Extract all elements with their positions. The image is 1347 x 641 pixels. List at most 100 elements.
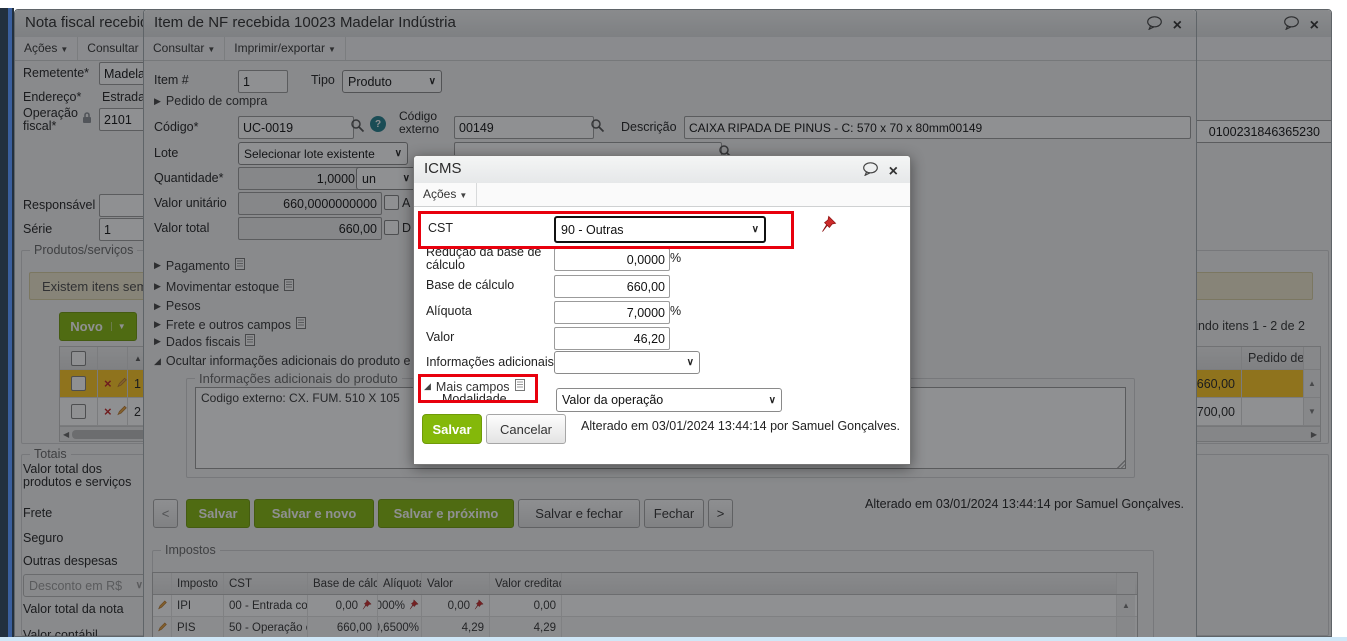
scroll-left-arrow[interactable]: ◀ [60, 430, 72, 439]
cst-label: CST [428, 221, 453, 235]
fechar-button[interactable]: Fechar [644, 499, 704, 528]
close-icon[interactable]: × [1173, 17, 1182, 33]
impostos-header-row: Imposto CST Base de cálculo Alíquota Val… [153, 573, 1137, 595]
salvar-e-fechar-button[interactable]: Salvar e fechar [518, 499, 640, 528]
toggle-dados-fiscais[interactable]: ▶ Dados fiscais [154, 334, 256, 349]
valor-unitario-input[interactable]: 660,0000000000 [238, 192, 382, 215]
detail-doc-icon[interactable] [514, 379, 525, 394]
icms-salvar-button[interactable]: Salvar [422, 414, 482, 444]
pin-icon[interactable] [361, 598, 372, 613]
aliquota-input[interactable]: 7,0000 [554, 301, 670, 324]
edit-pencil-icon[interactable] [116, 404, 127, 419]
sort-asc-icon[interactable]: ▲ [134, 354, 142, 363]
codigo-externo-input[interactable]: 00149 [454, 116, 594, 139]
search-icon[interactable] [590, 118, 605, 138]
total-produtos-label: Valor total dos produtos e serviços [23, 462, 132, 489]
informacoes-adicionais-select[interactable]: ∨ [554, 351, 700, 374]
scroll-up-arrow[interactable]: ▲ [1117, 595, 1135, 616]
close-icon[interactable]: × [1310, 17, 1319, 33]
toggle-movimentar-estoque[interactable]: ▶ Movimentar estoque [154, 279, 295, 294]
detail-doc-icon[interactable] [284, 279, 295, 294]
novo-button[interactable]: Novo ▼ [59, 312, 137, 341]
chat-bubble-icon[interactable] [1146, 16, 1163, 35]
detail-doc-icon[interactable] [295, 317, 306, 332]
valor-total-checkbox[interactable] [384, 220, 399, 235]
base-calculo-input[interactable]: 660,00 [554, 275, 670, 298]
toggle-pagamento[interactable]: ▶ Pagamento [154, 258, 245, 273]
imposto-row-pis[interactable]: PIS 50 - Operação com dire... 660,00 0,6… [153, 617, 1137, 638]
col-pedido-header[interactable]: Pedido de compra [1242, 347, 1304, 369]
reducao-input[interactable]: 0,0000 [554, 248, 670, 271]
icms-altered-info: Alterado em 03/01/2024 13:44:14 por Samu… [581, 419, 900, 433]
edit-pencil-icon[interactable] [157, 621, 168, 635]
lote-label: Lote [154, 146, 179, 160]
salvar-e-novo-button[interactable]: Salvar e novo [254, 499, 374, 528]
pedido-compra-toggle[interactable]: ▶ Pedido de compra [154, 94, 267, 108]
detail-doc-icon[interactable] [245, 334, 256, 349]
toggle-pesos[interactable]: ▶ Pesos [154, 299, 201, 313]
salvar-button[interactable]: Salvar [186, 499, 250, 528]
valor-input[interactable]: 46,20 [554, 327, 670, 350]
scroll-down-arrow[interactable]: ▼ [1304, 398, 1320, 425]
endereco-label: Endereço* [23, 90, 82, 104]
descricao-input[interactable]: CAIXA RIPADA DE PINUS - C: 570 x 70 x 80… [684, 116, 1191, 139]
delete-icon[interactable]: × [104, 404, 112, 419]
lote-select[interactable]: Selecionar lote existente ∨ [238, 142, 408, 165]
prev-item-button[interactable]: < [153, 499, 178, 528]
edit-pencil-icon[interactable] [157, 599, 168, 613]
scroll-up-arrow[interactable]: ▲ [1304, 370, 1320, 397]
tipo-select[interactable]: Produto ∨ [342, 70, 442, 93]
codigo-input[interactable]: UC-0019 [238, 116, 354, 139]
menu-acoes[interactable]: Ações ▼ [414, 183, 478, 206]
next-item-button[interactable]: > [708, 499, 733, 528]
salvar-e-proximo-button[interactable]: Salvar e próximo [378, 499, 514, 528]
endereco-value: Estrada [102, 90, 146, 104]
valor-label: Valor [426, 330, 455, 344]
unidade-select[interactable]: un ∨ [356, 167, 416, 190]
item-num-input[interactable]: 1 [238, 70, 288, 93]
remetente-label: Remetente* [23, 66, 90, 80]
pin-icon[interactable] [408, 598, 419, 613]
edit-pencil-icon[interactable] [116, 376, 127, 391]
modalidade-select[interactable]: Valor da operação ∨ [556, 388, 782, 412]
search-icon[interactable] [350, 118, 365, 138]
impostos-table: Imposto CST Base de cálculo Alíquota Val… [152, 572, 1138, 638]
menu-imprimir-exportar[interactable]: Imprimir/exportar ▼ [225, 37, 346, 60]
menu-consultar[interactable]: Consultar▼ [144, 37, 226, 60]
row2-checkbox[interactable] [71, 404, 86, 419]
scroll-right-arrow[interactable]: ▶ [1308, 430, 1320, 439]
valor-total-input[interactable]: 660,00 [238, 217, 382, 240]
valor-contabil-label: Valor contábil [23, 628, 98, 637]
item-title: Item de NF recebida 10023 Madelar Indúst… [154, 14, 456, 31]
chat-bubble-icon[interactable] [1283, 16, 1300, 35]
reducao-label: Redução da base de cálculo [426, 245, 542, 272]
item-titlebar[interactable]: Item de NF recebida 10023 Madelar Indúst… [144, 10, 1196, 38]
close-icon[interactable]: × [889, 163, 898, 179]
item-num-label: Item # [154, 73, 189, 87]
pin-icon[interactable] [819, 215, 837, 238]
screen: Nota fiscal recebida × Ações▼ Consultar▼… [0, 0, 1347, 641]
delete-icon[interactable]: × [104, 376, 112, 391]
icms-cancelar-button[interactable]: Cancelar [486, 414, 566, 444]
icms-titlebar[interactable]: ICMS × [414, 156, 910, 184]
imposto-row-ipi[interactable]: IPI 00 - Entrada com recup... 0,00 0,000… [153, 595, 1137, 617]
informacoes-adicionais-label: Informações adicionais [426, 355, 554, 369]
chat-bubble-icon[interactable] [862, 162, 879, 181]
toggle-ocultar-info-adicionais[interactable]: ◢ Ocultar informações adicionais do produ… [154, 354, 421, 368]
outras-despesas-label: Outras despesas [23, 554, 118, 568]
novo-dropdown-arrow[interactable]: ▼ [110, 322, 126, 331]
detail-doc-icon[interactable] [234, 258, 245, 273]
quantidade-input[interactable]: 1,0000 [238, 167, 360, 190]
desconto-select[interactable]: Desconto em R$ ∨ [23, 574, 149, 597]
valor-total-check-label: D [402, 221, 412, 235]
descricao-label: Descrição [621, 120, 677, 134]
menu-acoes[interactable]: Ações ▼ [15, 37, 79, 60]
toggle-frete-outros[interactable]: ▶ Frete e outros campos [154, 317, 306, 332]
valor-unitario-checkbox[interactable] [384, 195, 399, 210]
resize-handle[interactable] [1116, 459, 1125, 468]
row1-checkbox[interactable] [71, 376, 86, 391]
cst-select[interactable]: 90 - Outras ∨ [554, 216, 766, 243]
select-all-checkbox[interactable] [71, 350, 86, 366]
pin-icon[interactable] [473, 598, 484, 613]
product-info-icon[interactable]: ? [370, 116, 386, 132]
